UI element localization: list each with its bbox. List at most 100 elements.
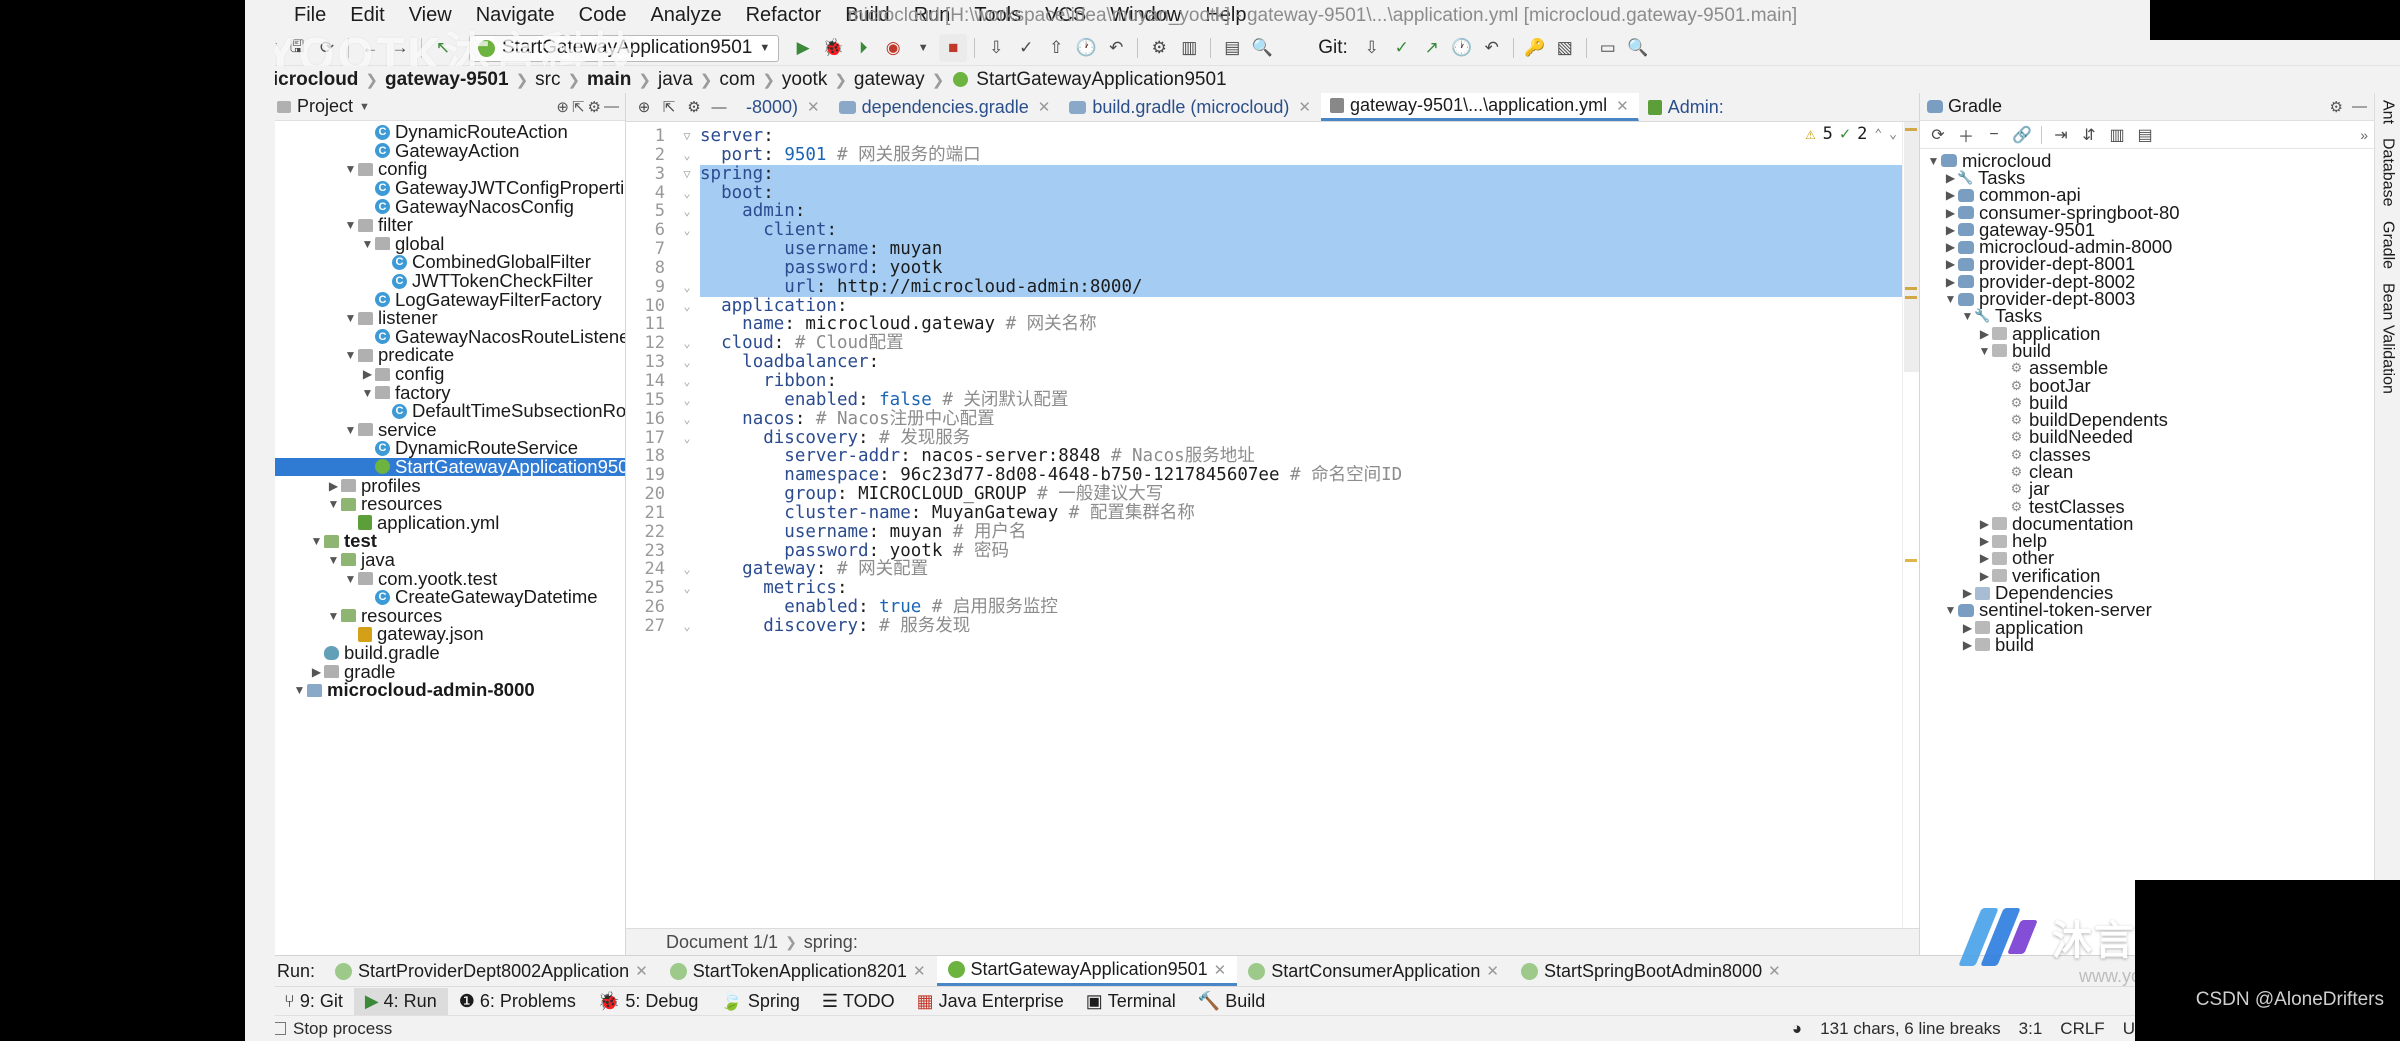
gradle-tree-node[interactable]: ⚙ assemble <box>1920 357 2374 378</box>
code-line[interactable]: enabled: false # 关闭默认配置 <box>700 390 1919 410</box>
tree-node[interactable]: ▼ global <box>271 233 625 254</box>
tree-node[interactable]: ▼ resources <box>271 493 625 514</box>
toggle-tasks-icon[interactable]: ⇵ <box>2077 124 2101 146</box>
gradle-tree-node[interactable]: ▼ 🔧 Tasks <box>1920 305 2374 326</box>
close-icon[interactable]: ✕ <box>913 962 926 980</box>
code-line[interactable]: password: yootk # 密码 <box>700 541 1919 561</box>
menu-item-analyze[interactable]: Analyze <box>638 1 733 30</box>
chevron-right-icon[interactable]: ▶ <box>326 479 341 493</box>
run-button[interactable]: ▶ <box>789 34 817 62</box>
gradle-tree-node[interactable]: ▼ build <box>1920 340 2374 361</box>
gradle-tree-node[interactable]: ▶ application <box>1920 323 2374 344</box>
commit-icon[interactable]: ✓ <box>1012 34 1040 62</box>
history-icon[interactable]: 🕐 <box>1072 34 1100 62</box>
key-icon[interactable]: 🔑 <box>1521 34 1549 62</box>
chevron-right-icon[interactable]: ▶ <box>1943 275 1958 289</box>
search-icon[interactable]: 🔍 <box>1248 34 1276 62</box>
code-line[interactable]: enabled: true # 启用服务监控 <box>700 598 1919 617</box>
back-icon[interactable]: ← <box>356 34 384 62</box>
code-line[interactable]: group: MICROCLOUD_GROUP # 一般建议大写 <box>700 485 1919 504</box>
scroll-marker-warning[interactable] <box>1905 559 1917 562</box>
tree-node[interactable]: ▼ test <box>271 530 625 551</box>
git-rollback-icon[interactable]: ↶ <box>1478 34 1506 62</box>
run-tab-provider-8002[interactable]: StartProviderDept8002Application ✕ <box>324 956 659 986</box>
editor-tab-admin[interactable]: Admin: <box>1639 93 1734 121</box>
debug-button[interactable]: 🐞 <box>819 34 847 62</box>
gradle-tree-node[interactable]: ⚙ testClasses <box>1920 496 2374 517</box>
tree-node[interactable]: StartGatewayApplication9501 <box>271 456 625 477</box>
breadcrumb-item-class[interactable]: StartGatewayApplication9501 <box>973 69 1229 91</box>
gear-icon[interactable]: ⚙ <box>2330 98 2343 116</box>
run-tab-admin-8000[interactable]: StartSpringBootAdmin8000 ✕ <box>1510 956 1792 986</box>
stop-process-button[interactable]: Stop process <box>269 1019 392 1039</box>
gradle-tree-node[interactable]: ▼ sentinel-token-server <box>1920 599 2374 620</box>
tool-window-run[interactable]: ▶ 4: Run <box>353 987 448 1015</box>
chevron-down-icon[interactable]: ▼ <box>1943 603 1958 617</box>
gradle-tree-node[interactable]: ⚙ buildNeeded <box>1920 426 2374 447</box>
push-icon[interactable]: ⇧ <box>1042 34 1070 62</box>
chevron-down-icon[interactable]: ▼ <box>343 572 358 586</box>
git-history-icon[interactable]: 🕐 <box>1448 34 1476 62</box>
expand-icon[interactable]: ▥ <box>2105 124 2129 146</box>
find-icon[interactable]: 🔍 <box>1624 34 1652 62</box>
code-line[interactable]: discovery: # 服务发现 <box>700 617 1919 636</box>
tree-node[interactable]: ▼ resources <box>271 605 625 626</box>
update-project-icon[interactable]: ⇩ <box>982 34 1010 62</box>
menu-item-view[interactable]: View <box>397 1 464 30</box>
git-commit-icon[interactable]: ✓ <box>1388 34 1416 62</box>
collapse-icon[interactable]: ▤ <box>2133 124 2157 146</box>
tree-node[interactable]: ▼ listener <box>271 307 625 328</box>
gradle-tree-node[interactable]: ▼ provider-dept-8003 <box>1920 288 2374 309</box>
fold-toggle-icon[interactable]: ⌄ <box>674 353 700 372</box>
tool-window-terminal[interactable]: ▣ Terminal <box>1075 988 1187 1015</box>
editor-tab-application-yml[interactable]: gateway-9501\...\application.yml ✕ <box>1321 93 1639 121</box>
chevron-down-icon[interactable]: ▼ <box>909 34 937 62</box>
tree-node[interactable]: ▼ com.yootk.test <box>271 568 625 589</box>
tree-node[interactable]: C GatewayNacosRouteListener <box>271 326 625 347</box>
editor-tab-bar[interactable]: ⊕ ⇱ ⚙ — -8000) ✕ dependencies.gradle ✕ bui… <box>626 93 1919 122</box>
chevron-down-icon[interactable]: ⌄ <box>1889 127 1897 142</box>
close-icon[interactable]: ✕ <box>1486 962 1499 980</box>
tree-node[interactable]: C GatewayAction <box>271 140 625 161</box>
run-configuration-selector[interactable]: StartGatewayApplication9501 ▼ <box>469 34 780 62</box>
chevron-down-icon[interactable]: ▼ <box>359 101 370 113</box>
project-structure-icon[interactable]: ▥ <box>1175 34 1203 62</box>
tree-node[interactable]: ▼ microcloud-admin-8000 <box>271 679 625 700</box>
caret-position[interactable]: 3:1 <box>2010 1019 2052 1039</box>
compile-icon[interactable]: ↖ <box>429 34 457 62</box>
chevron-down-icon[interactable]: ▼ <box>343 218 358 232</box>
undo-icon[interactable]: ↶ <box>1102 34 1130 62</box>
forward-icon[interactable]: → <box>386 34 414 62</box>
chevron-down-icon[interactable]: ▼ <box>360 386 375 400</box>
close-icon[interactable]: ✕ <box>635 962 648 980</box>
tool-window-debug[interactable]: 🐞 5: Debug <box>587 988 709 1015</box>
fold-toggle-icon[interactable]: ⌄ <box>674 391 700 410</box>
chevron-right-icon[interactable]: ▶ <box>1943 206 1958 220</box>
chevron-right-icon[interactable]: ▶ <box>309 665 324 679</box>
tree-node[interactable]: ▼ service <box>271 419 625 440</box>
chevron-down-icon[interactable]: ▼ <box>309 534 324 548</box>
tree-node[interactable]: C DynamicRouteAction <box>271 121 625 142</box>
hide-icon[interactable]: — <box>604 98 619 116</box>
close-icon[interactable]: ✕ <box>1616 97 1629 115</box>
stop-button[interactable]: ■ <box>939 34 968 62</box>
chevron-down-icon[interactable]: ▼ <box>326 609 341 623</box>
code-line[interactable]: ribbon: <box>700 372 1919 391</box>
gradle-tree-node[interactable]: ⚙ buildDependents <box>1920 409 2374 430</box>
tree-node[interactable]: ▼ java <box>271 549 625 570</box>
code-line[interactable]: gateway: # 网关配置 <box>700 560 1919 579</box>
close-icon[interactable]: ✕ <box>1214 961 1227 979</box>
chevron-down-icon[interactable]: ▼ <box>343 348 358 362</box>
code-line[interactable]: server: <box>700 127 1919 146</box>
chevron-down-icon[interactable]: ▼ <box>759 42 770 54</box>
menu-item-code[interactable]: Code <box>567 1 639 30</box>
line-separator[interactable]: CRLF <box>2051 1019 2113 1039</box>
code-line[interactable]: admin: <box>700 202 1919 222</box>
run-tab-consumer[interactable]: StartConsumerApplication ✕ <box>1237 956 1510 986</box>
tree-node[interactable]: application.yml <box>271 512 625 533</box>
editor-tab-build-gradle[interactable]: build.gradle (microcloud) ✕ <box>1060 93 1321 121</box>
profile-button[interactable]: ◉ <box>879 34 907 62</box>
code-line[interactable]: username: muyan <box>700 240 1919 259</box>
run-tab-token-8201[interactable]: StartTokenApplication8201 ✕ <box>659 956 937 986</box>
tree-node[interactable]: ▶ profiles <box>271 475 625 496</box>
